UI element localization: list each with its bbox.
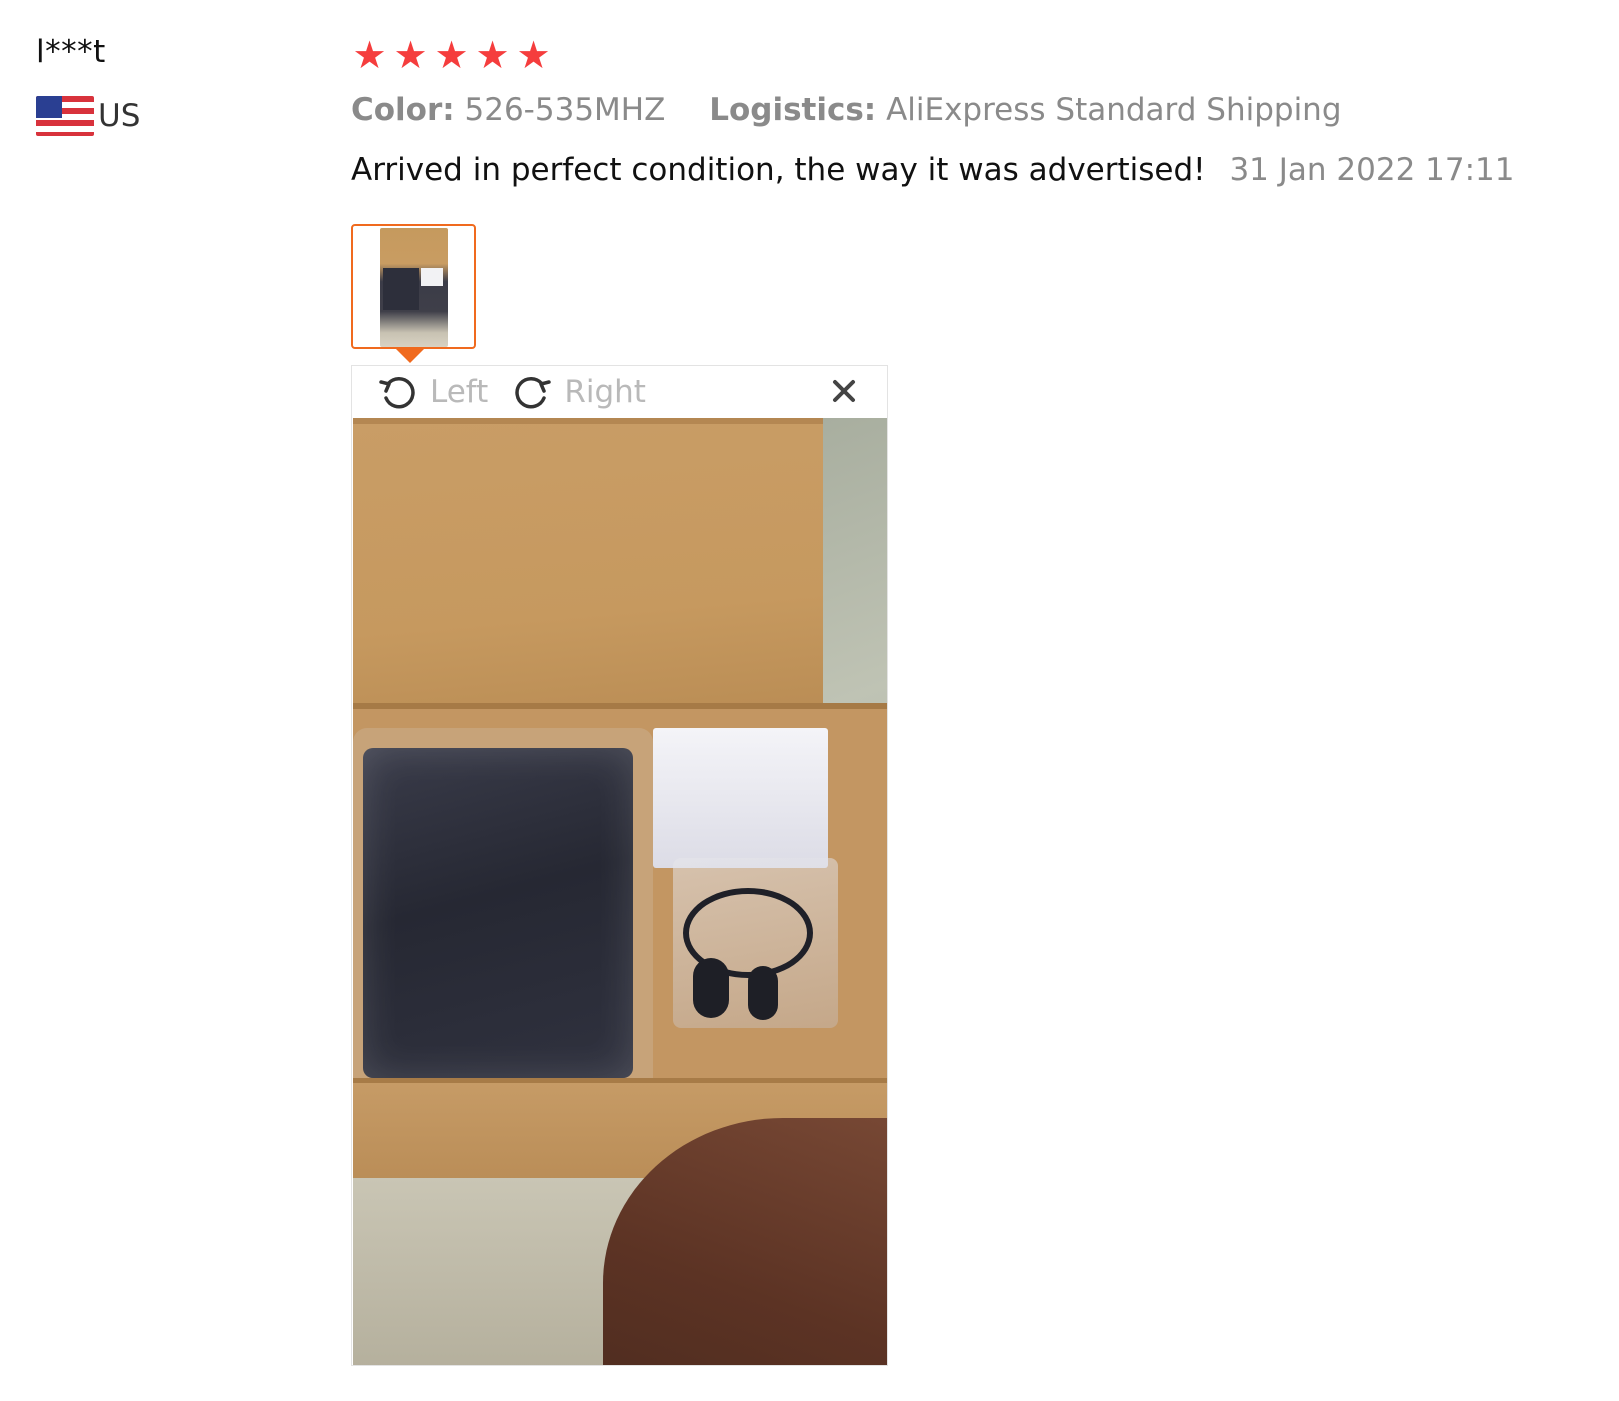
star-rating: ★ ★ ★ ★ ★ xyxy=(351,30,1591,80)
rotate-right-icon xyxy=(515,376,552,409)
reviewer-country: US xyxy=(36,96,296,136)
rotate-left-button[interactable]: Left xyxy=(376,370,488,414)
color-value: 526-535MHZ xyxy=(464,92,666,128)
rotate-right-button[interactable]: Right xyxy=(510,370,646,414)
viewer-toolbar: Left Right xyxy=(352,366,887,418)
rotate-left-icon xyxy=(379,376,415,409)
logistics-value: AliExpress Standard Shipping xyxy=(886,92,1342,128)
review-photo-thumbnail[interactable] xyxy=(351,224,476,349)
logistics-label: Logistics: xyxy=(709,92,877,128)
rotate-right-label: Right xyxy=(564,374,646,410)
photo-viewer: Left Right xyxy=(351,365,888,1366)
color-label: Color: xyxy=(351,92,455,128)
us-flag-icon xyxy=(36,96,94,136)
review-item: l***t US ★ ★ ★ ★ ★ Color: 526-535MHZ Log… xyxy=(0,0,1619,1401)
review-content: Arrived in perfect condition, the way it… xyxy=(351,148,1591,192)
star-icon: ★ xyxy=(434,33,469,77)
star-icon: ★ xyxy=(393,33,428,77)
reviewer-name: l***t xyxy=(36,34,106,70)
rotate-left-label: Left xyxy=(430,374,489,410)
reviewer-info: l***t US xyxy=(36,30,296,136)
thumbnail-pointer xyxy=(396,349,424,363)
close-icon[interactable] xyxy=(831,378,857,404)
logistics-info: Logistics: AliExpress Standard Shipping xyxy=(709,92,1341,128)
review-photo-large xyxy=(353,418,887,1365)
review-body: ★ ★ ★ ★ ★ Color: 526-535MHZ Logistics: A… xyxy=(351,30,1591,192)
star-icon: ★ xyxy=(475,33,510,77)
star-icon: ★ xyxy=(352,33,387,77)
star-icon: ★ xyxy=(516,33,551,77)
review-meta: Color: 526-535MHZ Logistics: AliExpress … xyxy=(351,88,1591,132)
color-info: Color: 526-535MHZ xyxy=(351,92,675,128)
country-code: US xyxy=(98,98,141,134)
review-date: 31 Jan 2022 17:11 xyxy=(1229,152,1515,188)
review-text: Arrived in perfect condition, the way it… xyxy=(351,152,1206,188)
